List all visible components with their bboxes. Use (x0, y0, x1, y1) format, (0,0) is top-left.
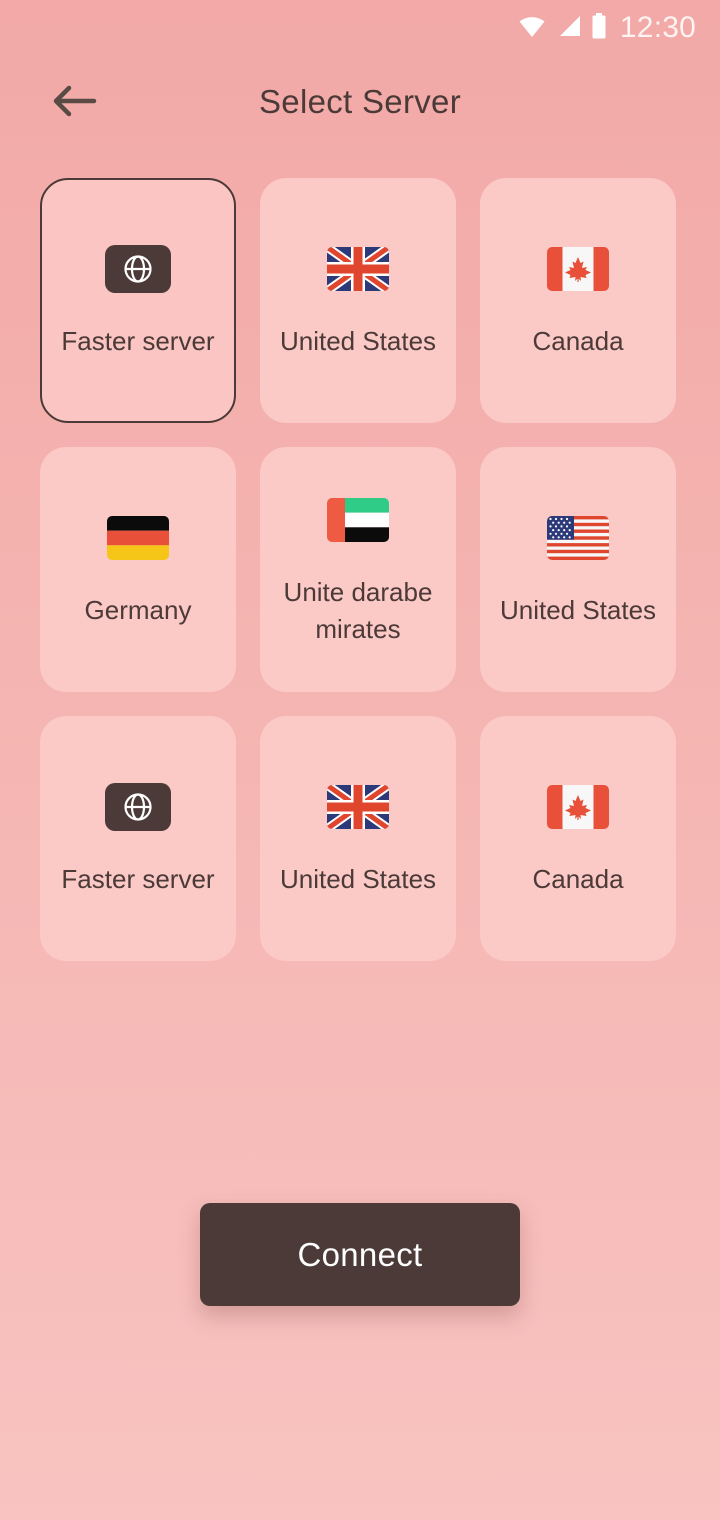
server-card-label: Unite darabe mirates (283, 576, 433, 644)
card-icon (107, 510, 169, 566)
server-card-label: Faster server (61, 864, 215, 895)
server-card-label: United States (499, 595, 657, 626)
server-card-faster-server[interactable]: Faster server (40, 178, 236, 423)
app-header: Select Server (0, 56, 720, 148)
server-card-united-states-usa[interactable]: United States (480, 447, 676, 692)
card-icon (105, 779, 171, 835)
server-grid: Faster server United States Canada Germa… (40, 178, 680, 961)
server-card-label: United States (279, 326, 437, 357)
arrow-left-icon (50, 84, 98, 121)
globe-icon (105, 245, 171, 294)
server-card-label: Canada (532, 326, 624, 357)
flag-usa-icon (547, 516, 609, 561)
server-card-label: Faster server (61, 326, 215, 357)
card-icon (327, 492, 389, 548)
status-bar-time: 12:30 (619, 11, 696, 44)
connect-button[interactable]: Connect (200, 1203, 520, 1306)
flag-germany-icon (107, 516, 169, 561)
flag-uk-icon (327, 247, 389, 292)
card-icon (105, 241, 171, 297)
server-card-united-states[interactable]: United States (260, 178, 456, 423)
wifi-icon (517, 14, 547, 43)
card-icon (327, 779, 389, 835)
battery-icon (591, 12, 607, 44)
server-card-canada[interactable]: Canada (480, 178, 676, 423)
server-card-germany[interactable]: Germany (40, 447, 236, 692)
server-card-faster-server-2[interactable]: Faster server (40, 716, 236, 961)
server-card-united-arab-emirates[interactable]: Unite darabe mirates (260, 447, 456, 692)
card-icon (547, 510, 609, 566)
server-card-canada-2[interactable]: Canada (480, 716, 676, 961)
card-icon (547, 779, 609, 835)
flag-canada-icon (547, 247, 609, 292)
card-icon (327, 241, 389, 297)
server-card-united-states-2[interactable]: United States (260, 716, 456, 961)
status-bar: 12:30 (0, 0, 720, 56)
server-card-label: United States (279, 864, 437, 895)
back-button[interactable] (44, 72, 104, 132)
card-icon (547, 241, 609, 297)
page-title: Select Server (259, 83, 461, 120)
globe-icon (105, 783, 171, 832)
cellular-signal-icon (556, 14, 582, 43)
flag-canada-icon (547, 785, 609, 830)
server-card-label: Germany (84, 595, 192, 626)
flag-uae-icon (327, 497, 389, 542)
server-card-label: Canada (532, 864, 624, 895)
flag-uk-icon (327, 785, 389, 830)
